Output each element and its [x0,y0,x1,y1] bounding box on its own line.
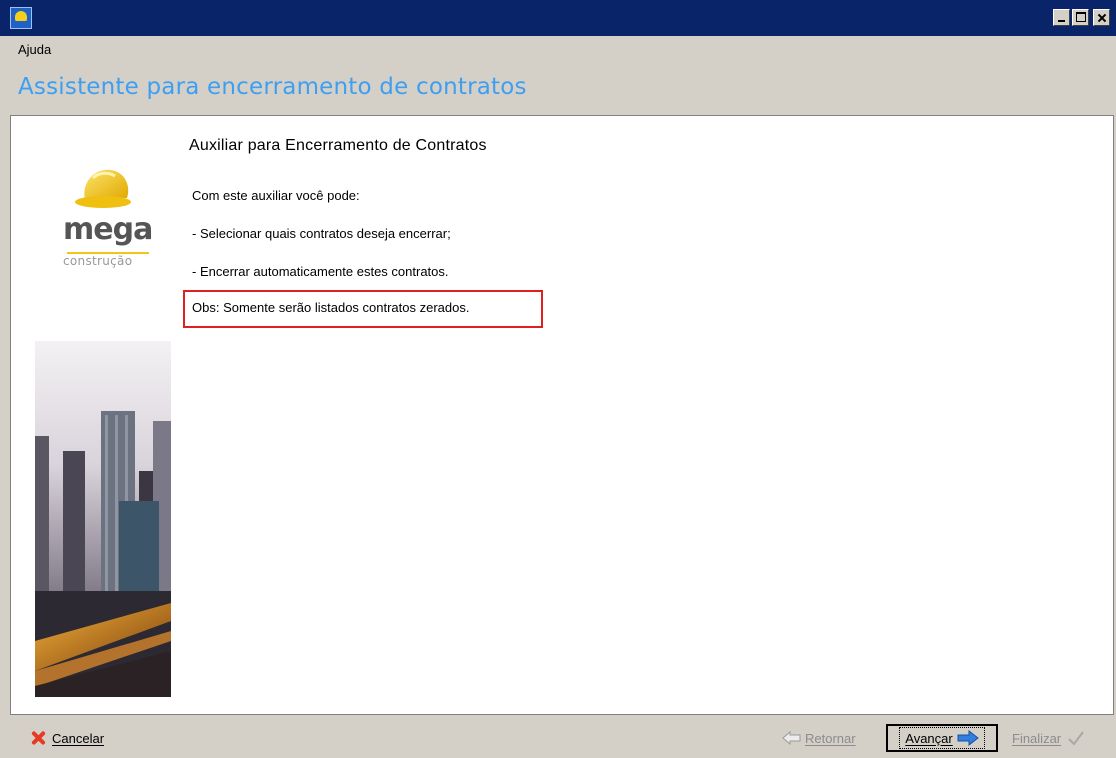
logo-subtitle: construção [63,254,133,268]
close-button[interactable] [1093,9,1110,26]
feature-close: - Encerrar automaticamente estes contrat… [192,264,449,279]
cancel-button[interactable]: Cancelar [30,727,104,749]
highlight-box [183,290,543,328]
app-icon[interactable] [10,7,32,29]
next-arrow-icon [957,730,979,746]
helmet-icon [75,169,131,208]
intro-line: Com este auxiliar você pode: [192,188,360,203]
feature-select: - Selecionar quais contratos deseja ence… [192,226,451,241]
maximize-button[interactable] [1072,9,1089,26]
next-button[interactable]: Avançar [886,724,998,752]
next-label: Avançar [905,730,953,746]
page-heading: Assistente para encerramento de contrato… [18,74,527,100]
back-label: Retornar [805,730,856,746]
next-button-focus: Avançar [899,727,985,749]
button-bar: Cancelar Retornar Avançar Finalizar [10,719,1114,756]
content-panel: mega construção Auxiliar para Encerramen… [10,115,1114,715]
menu-ajuda[interactable]: Ajuda [18,42,51,57]
cancel-x-icon [30,730,46,746]
window-controls [1053,9,1110,26]
wizard-window: Ajuda Assistente para encerramento de co… [0,0,1116,758]
back-arrow-icon [782,731,801,745]
minimize-button[interactable] [1053,9,1070,26]
cancel-label: Cancelar [52,730,105,746]
back-button[interactable]: Retornar [782,727,856,749]
company-logo: mega construção [63,166,173,286]
finish-button[interactable]: Finalizar [1012,727,1085,749]
city-skyline-image [35,341,171,697]
logo-wordmark: mega [63,212,153,247]
checkmark-icon [1068,731,1084,746]
title-bar[interactable] [0,0,1116,36]
content-title: Auxiliar para Encerramento de Contratos [189,137,487,154]
finish-label: Finalizar [1012,730,1062,746]
menu-bar: Ajuda [0,38,1116,60]
